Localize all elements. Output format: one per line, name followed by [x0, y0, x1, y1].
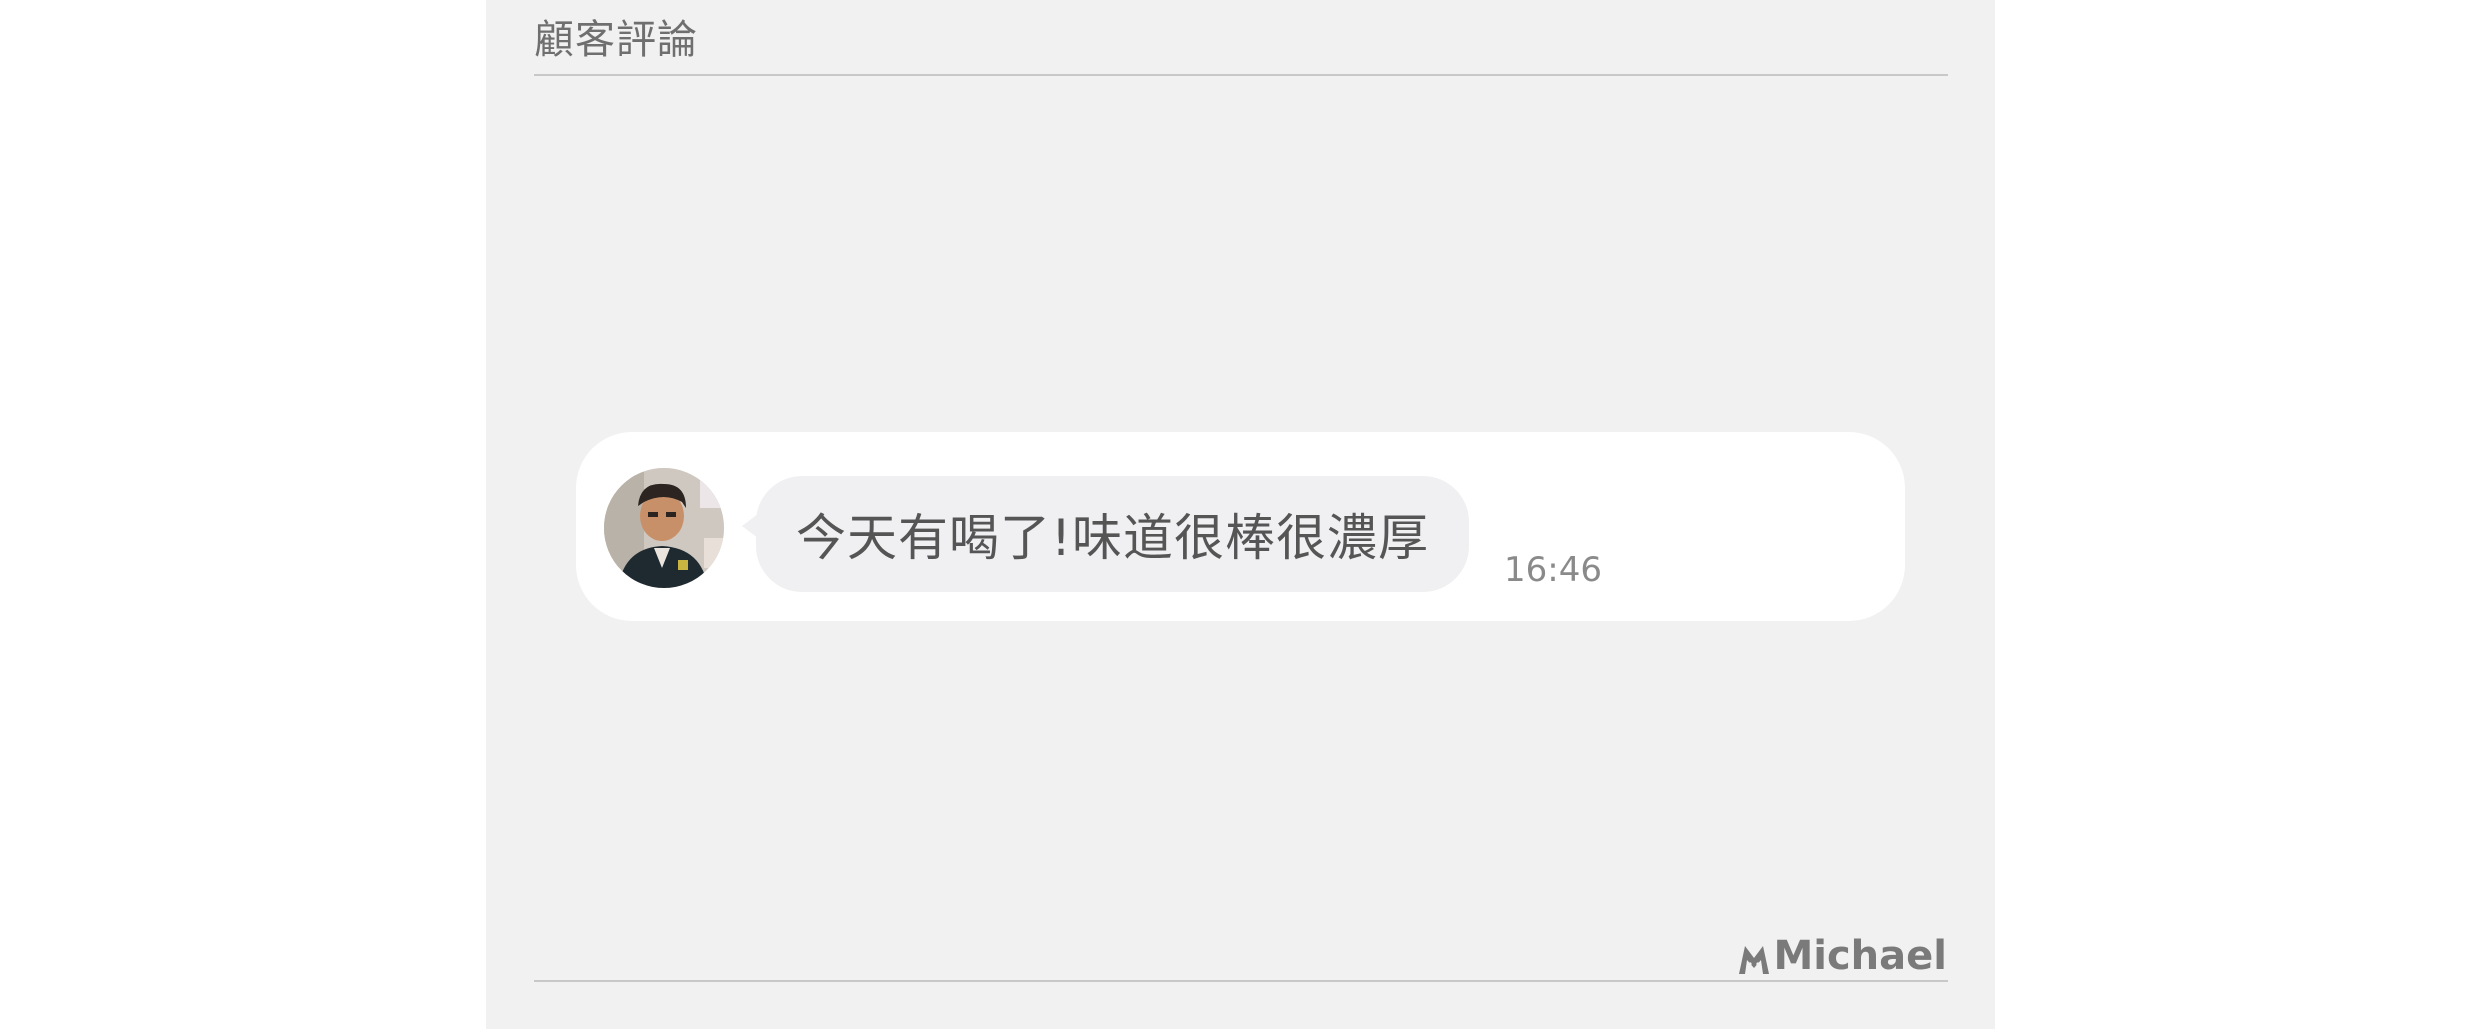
review-panel: 顧客評論 今天有喝了!味道很棒很濃厚 16:46 Michael — [486, 0, 1995, 1029]
bottom-divider — [534, 980, 1948, 982]
review-card: 今天有喝了!味道很棒很濃厚 16:46 — [576, 432, 1905, 621]
message-text: 今天有喝了!味道很棒很濃厚 — [796, 509, 1430, 567]
watermark-text: Michael — [1773, 933, 1947, 979]
avatar[interactable] — [604, 468, 724, 588]
section-title: 顧客評論 — [534, 17, 698, 63]
bubble-tail — [742, 514, 758, 538]
cat-logo-icon — [1739, 946, 1770, 974]
avatar-image-icon — [604, 468, 724, 588]
message-bubble[interactable]: 今天有喝了!味道很棒很濃厚 — [742, 476, 1470, 592]
title-divider — [534, 74, 1948, 76]
watermark-logo: Michael — [1737, 936, 1947, 976]
message-timestamp: 16:46 — [1504, 550, 1602, 590]
